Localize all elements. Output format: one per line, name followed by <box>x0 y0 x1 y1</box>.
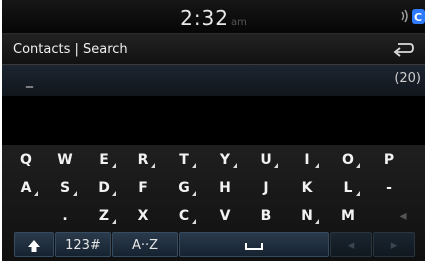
key-i[interactable]: I <box>292 148 322 172</box>
page-title: Contacts | Search <box>13 42 128 57</box>
disabled-key-right: ▸ <box>373 232 415 257</box>
result-count: (20) <box>394 71 421 86</box>
key-y[interactable]: Y <box>210 148 240 172</box>
key-w[interactable]: W <box>50 148 80 172</box>
key-x[interactable]: X <box>128 204 158 228</box>
key-n[interactable]: N <box>292 204 322 228</box>
key-j[interactable]: J <box>251 176 281 200</box>
key-u[interactable]: U <box>251 148 281 172</box>
key-v[interactable]: V <box>210 204 240 228</box>
key-t[interactable]: T <box>169 148 199 172</box>
key-b[interactable]: B <box>251 204 281 228</box>
clock: 2:32 am <box>2 6 425 30</box>
clock-ampm: am <box>231 17 247 28</box>
disabled-key: ◂ <box>399 208 407 224</box>
disabled-key-left: ◂ <box>330 232 372 257</box>
key-s[interactable]: S <box>50 176 80 200</box>
key-l[interactable]: L <box>333 176 363 200</box>
key-period[interactable]: . <box>50 204 80 228</box>
key-k[interactable]: K <box>292 176 322 200</box>
key-e[interactable]: E <box>89 148 119 172</box>
key-r[interactable]: R <box>128 148 158 172</box>
keyboard-function-row: 123# A··Z ◂ ▸ <box>2 232 425 261</box>
key-m[interactable]: M <box>333 204 363 228</box>
key-d[interactable]: D <box>89 176 119 200</box>
key-f[interactable]: F <box>128 176 158 200</box>
key-c[interactable]: C <box>169 204 199 228</box>
clock-time: 2:32 <box>180 6 230 30</box>
back-arrow-icon[interactable] <box>391 39 415 59</box>
alphabet-order-button[interactable]: A··Z <box>112 232 178 257</box>
space-bar-icon <box>245 242 263 250</box>
connectivity-icon: C <box>401 9 425 24</box>
key-q[interactable]: Q <box>11 148 41 172</box>
status-bar: 2:32 am C <box>2 0 425 34</box>
key-p[interactable]: P <box>374 148 404 172</box>
keyboard-row-1: QWERTYUIOP <box>2 148 425 174</box>
search-input[interactable]: _ (20) <box>2 65 425 96</box>
keyboard-row-3: ◂ . ZXCVBNM <box>2 204 425 230</box>
head-unit-screen: 2:32 am C Contacts | Search _ (20) QWERTY… <box>2 0 425 261</box>
svg-text:C: C <box>414 11 422 24</box>
shift-arrow-icon <box>28 239 40 252</box>
shift-button[interactable] <box>14 232 54 257</box>
title-bar: Contacts | Search <box>2 34 425 65</box>
key-hyphen[interactable]: - <box>374 176 404 200</box>
keyboard-row-2: ASDFGHJKL- <box>2 176 425 202</box>
key-z[interactable]: Z <box>89 204 119 228</box>
key-o[interactable]: O <box>333 148 363 172</box>
results-area <box>2 96 425 144</box>
space-button[interactable] <box>179 232 329 257</box>
on-screen-keyboard: QWERTYUIOP ASDFGHJKL- ◂ . ZXCVBNM 123# A·… <box>2 145 425 261</box>
key-a[interactable]: A <box>11 176 41 200</box>
numbers-symbols-button[interactable]: 123# <box>55 232 111 257</box>
key-h[interactable]: H <box>210 176 240 200</box>
key-g[interactable]: G <box>169 176 199 200</box>
text-cursor: _ <box>26 72 33 88</box>
